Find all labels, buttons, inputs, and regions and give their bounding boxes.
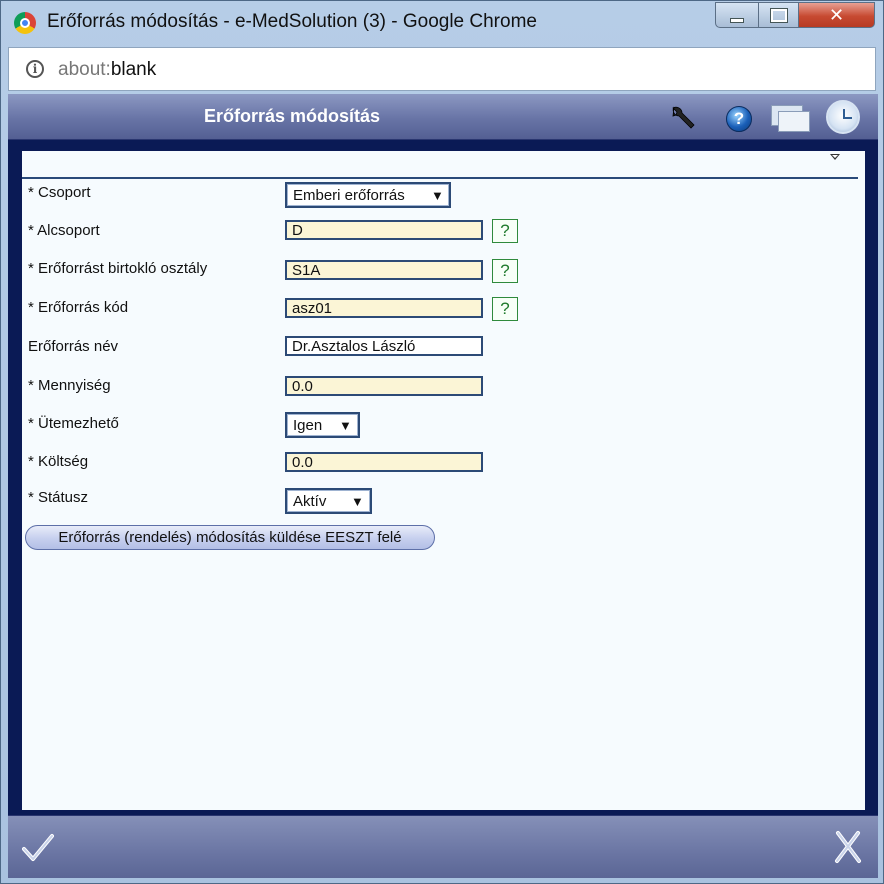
nev-input[interactable]: Dr.Asztalos László (285, 336, 483, 356)
alcsoport-lookup-button[interactable]: ? (492, 219, 518, 243)
osztaly-lookup-button[interactable]: ? (492, 259, 518, 283)
form-panel: * Csoport Emberi erőforrás ▼ * Alcsoport… (22, 151, 865, 810)
chrome-logo-icon (14, 12, 36, 34)
checkmark-icon[interactable] (22, 832, 54, 864)
maximize-button[interactable] (758, 2, 799, 28)
url-scheme: about: (58, 59, 111, 80)
alcsoport-input[interactable]: D (285, 220, 483, 240)
info-icon[interactable]: i (26, 60, 44, 78)
page-title: Erőforrás módosítás (204, 106, 381, 126)
csoport-value: Emberi erőforrás (293, 187, 405, 204)
statusz-select[interactable]: Aktív ▼ (285, 488, 372, 514)
minimize-button[interactable] (715, 2, 759, 28)
mennyiseg-input[interactable]: 0.0 (285, 376, 483, 396)
koltseg-input[interactable]: 0.0 (285, 452, 483, 472)
url-host: blank (110, 59, 157, 80)
title-bar: Erőforrás módosítás - e-MedSolution (3) … (1, 1, 883, 45)
minimize-icon (730, 17, 744, 23)
cancel-x-icon[interactable] (832, 830, 864, 864)
kod-lookup-button[interactable]: ? (492, 297, 518, 321)
chevron-down-icon: ▼ (339, 418, 352, 433)
url-text: about:blank (58, 59, 156, 81)
label-nev: Erőforrás név (28, 338, 119, 355)
app-footer (8, 815, 878, 878)
label-statusz: * Státusz (28, 489, 89, 506)
kod-input[interactable]: asz01 (285, 298, 483, 318)
address-bar[interactable]: i about:blank (8, 47, 876, 91)
label-kod: * Erőforrás kód (28, 299, 129, 316)
label-mennyiseg: * Mennyiség (28, 377, 111, 394)
utemezheto-value: Igen (293, 417, 323, 434)
csoport-select[interactable]: Emberi erőforrás ▼ (285, 182, 451, 208)
close-button[interactable]: ✕ (798, 2, 875, 28)
label-koltseg: * Költség (28, 453, 89, 470)
help-icon[interactable]: ? (726, 106, 752, 132)
label-osztaly: * Erőforrást birtokló osztály (28, 260, 208, 277)
window-title: Erőforrás módosítás - e-MedSolution (3) … (47, 11, 537, 32)
chevron-down-icon: ▼ (351, 494, 364, 509)
send-eeszt-button[interactable]: Erőforrás (rendelés) módosítás küldése E… (25, 525, 435, 550)
app-frame: Erőforrás módosítás ? * Csoport Emberi e… (8, 94, 878, 878)
windows-icon[interactable] (771, 105, 810, 132)
browser-window: Erőforrás módosítás - e-MedSolution (3) … (0, 0, 884, 884)
label-alcsoport: * Alcsoport (28, 222, 100, 239)
maximize-icon (769, 7, 788, 23)
clock-icon[interactable] (826, 100, 860, 134)
chevron-down-icon: ▼ (431, 188, 444, 203)
utemezheto-select[interactable]: Igen ▼ (285, 412, 360, 438)
label-utemezheto: * Ütemezhető (28, 415, 119, 432)
divider (22, 177, 858, 179)
osztaly-input[interactable]: S1A (285, 260, 483, 280)
close-icon: ✕ (828, 4, 845, 25)
collapse-arrow-icon[interactable] (830, 154, 840, 160)
app-header: Erőforrás módosítás ? (8, 94, 878, 140)
statusz-value: Aktív (293, 493, 327, 510)
label-csoport: * Csoport (28, 184, 91, 201)
wrench-icon[interactable] (668, 103, 698, 133)
